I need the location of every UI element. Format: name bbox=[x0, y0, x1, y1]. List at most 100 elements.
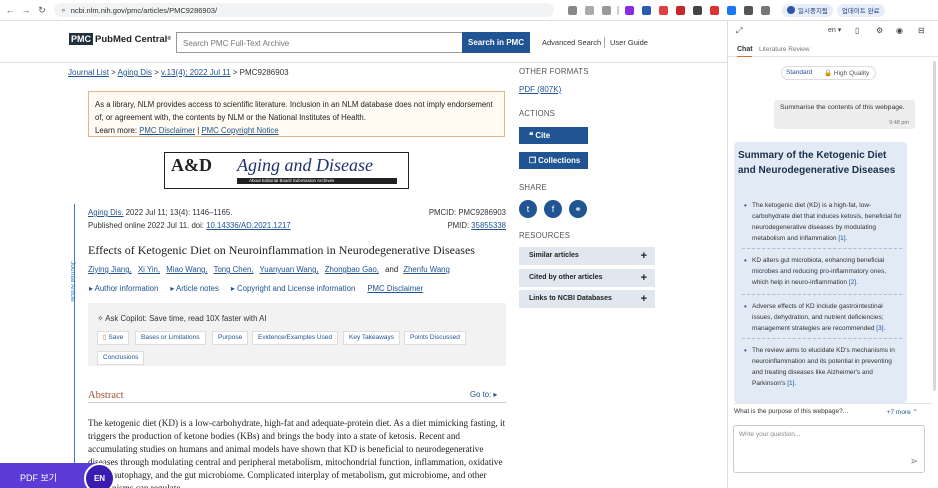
chip-points-discussed[interactable]: Points Discussed bbox=[404, 331, 466, 345]
extension-icons bbox=[564, 5, 774, 15]
doi-link[interactable]: 10.14336/AD.2021.1217 bbox=[206, 221, 291, 230]
extension-flag-icon[interactable] bbox=[710, 5, 719, 15]
links-ncbi-databases[interactable]: Links to NCBI Databases + bbox=[519, 290, 655, 308]
citation-ref[interactable]: [1]. bbox=[838, 235, 847, 242]
pmc-logo[interactable]: PMC PubMed Central ® bbox=[69, 33, 171, 45]
quality-toggle[interactable]: Standard 🔒 High Quality bbox=[781, 66, 876, 80]
copyright-info-link[interactable]: ▸ Copyright and License information bbox=[231, 284, 355, 293]
pmc-copyright-link[interactable]: PMC Copyright Notice bbox=[201, 126, 278, 135]
answer-bullet: The ketogenic diet (KD) is a high-fat, l… bbox=[744, 200, 904, 244]
extension-red-icon[interactable] bbox=[659, 5, 668, 15]
pmc-disclaimer-link-2[interactable]: PMC Disclaimer bbox=[367, 284, 423, 293]
author-link[interactable]: Zhenfu Wang bbox=[403, 265, 450, 274]
chip-purpose[interactable]: Purpose bbox=[212, 331, 249, 345]
suggested-question-text: What is the purpose of this webpage?... bbox=[734, 408, 849, 415]
copilot-icon: ✧ bbox=[97, 314, 104, 323]
more-suggestions-button[interactable]: +7 more ⌃ bbox=[887, 408, 918, 416]
language-toggle[interactable]: EN bbox=[84, 463, 115, 488]
answer-bullet: The review aims to elucidate KD's mechan… bbox=[744, 345, 904, 389]
screenshot-icon[interactable] bbox=[585, 5, 594, 15]
cite-button[interactable]: ❝ Cite bbox=[519, 127, 588, 144]
search-input[interactable]: Search PMC Full-Text Archive bbox=[176, 32, 463, 53]
author-link[interactable]: Yuanyuan Wang, bbox=[260, 265, 319, 274]
avatar bbox=[787, 6, 795, 14]
question-input[interactable]: Write your question... ⋗ bbox=[733, 425, 925, 473]
copilot-label: ✧ Ask Copilot: Save time, read 10X faste… bbox=[97, 314, 267, 323]
chip-bases[interactable]: Bases or Limitations bbox=[135, 331, 206, 345]
send-icon[interactable]: ⋗ bbox=[910, 456, 918, 467]
bookmark-star-icon[interactable] bbox=[602, 5, 611, 15]
extension-pdf-icon[interactable] bbox=[676, 5, 685, 15]
language-select[interactable]: en ▾ bbox=[828, 26, 841, 34]
author-link[interactable]: Zhongbao Gao, bbox=[325, 265, 379, 274]
quality-high[interactable]: 🔒 High Quality bbox=[824, 69, 869, 77]
tab-literature-review[interactable]: Literature Review bbox=[759, 46, 810, 53]
chip-conclusions[interactable]: Conclusions bbox=[97, 351, 145, 365]
facebook-icon[interactable]: f bbox=[544, 200, 562, 218]
pmc-disclaimer-link[interactable]: PMC Disclaimer bbox=[139, 126, 195, 135]
search-button[interactable]: Search in PMC bbox=[462, 32, 530, 53]
suggested-question[interactable]: What is the purpose of this webpage?... … bbox=[734, 403, 932, 418]
extensions-puzzle-icon[interactable] bbox=[744, 5, 753, 15]
res-label: Similar articles bbox=[529, 252, 579, 259]
author-link[interactable]: Miao Wang, bbox=[166, 265, 207, 274]
chip-key-takeaways[interactable]: Key Takeaways bbox=[343, 331, 401, 345]
extension-purple-icon[interactable] bbox=[625, 5, 634, 15]
tab-chat[interactable]: Chat bbox=[737, 46, 753, 53]
extension-blue-icon[interactable] bbox=[727, 5, 736, 15]
panel-scrollbar[interactable] bbox=[933, 61, 936, 391]
res-label: Links to NCBI Databases bbox=[529, 295, 612, 302]
profile-button[interactable]: 일시중지됨 bbox=[782, 3, 833, 17]
link-icon[interactable]: ⚭ bbox=[569, 200, 587, 218]
author-information-link[interactable]: ▸ Author information bbox=[89, 284, 158, 293]
author-list: Ziying Jiang, Xi Yin, Miao Wang, Tong Ch… bbox=[88, 265, 454, 274]
expand-icon[interactable]: ⤢ bbox=[736, 26, 742, 36]
gear-icon[interactable]: ⚙ bbox=[876, 26, 883, 35]
breadcrumb: Journal List > Aging Dis > v.13(4); 2022… bbox=[68, 68, 289, 77]
breadcrumb-journal-list[interactable]: Journal List bbox=[68, 68, 109, 77]
logo-reg: ® bbox=[167, 36, 171, 42]
bookmark-icon[interactable]: ▯ bbox=[855, 26, 859, 35]
cited-by-articles[interactable]: Cited by other articles + bbox=[519, 269, 655, 287]
breadcrumb-aging-dis[interactable]: Aging Dis bbox=[118, 68, 152, 77]
extension-dark-icon[interactable] bbox=[693, 5, 702, 15]
pmid-link[interactable]: 35855338 bbox=[471, 221, 506, 230]
article-ids: PMCID: PMC9286903 PMID: 35855338 bbox=[406, 206, 506, 232]
panel-tabs: Chat Literature Review bbox=[728, 41, 938, 57]
reload-icon[interactable]: ↻ bbox=[36, 4, 48, 16]
breadcrumb-volume[interactable]: v.13(4); 2022 Jul 11 bbox=[161, 68, 231, 77]
collections-button[interactable]: ❐ Collections bbox=[519, 152, 588, 169]
twitter-icon[interactable]: t bbox=[519, 200, 537, 218]
author-link[interactable]: Ziying Jiang, bbox=[88, 265, 132, 274]
translate-icon[interactable] bbox=[568, 5, 577, 15]
sidepanel-icon[interactable] bbox=[761, 5, 770, 15]
update-button[interactable]: 업데이트 완료 bbox=[836, 3, 885, 17]
journal-banner[interactable]: A&D Aging and Disease About Editorial Bo… bbox=[164, 152, 409, 189]
forward-icon[interactable]: → bbox=[20, 4, 32, 16]
resources-heading: RESOURCES bbox=[519, 231, 571, 240]
citation-journal-link[interactable]: Aging Dis. bbox=[88, 208, 124, 217]
pdf-link[interactable]: PDF (807K) bbox=[519, 85, 561, 94]
address-bar[interactable]: ⚬ ncbi.nlm.nih.gov/pmc/articles/PMC92869… bbox=[54, 3, 554, 17]
author-link[interactable]: Tong Chen, bbox=[214, 265, 254, 274]
bullet-divider bbox=[742, 248, 902, 249]
citation-ref[interactable]: [2]. bbox=[849, 279, 858, 286]
back-icon[interactable]: ← bbox=[4, 4, 16, 16]
site-info-icon[interactable]: ⚬ bbox=[60, 6, 67, 15]
goto-link[interactable]: Go to: ▸ bbox=[470, 390, 497, 399]
citation-ref[interactable]: [1]. bbox=[787, 380, 796, 387]
chip-save[interactable]: ▯ Save bbox=[97, 331, 130, 345]
advanced-search-link[interactable]: Advanced Search bbox=[542, 38, 601, 47]
discord-icon[interactable]: ◉ bbox=[896, 26, 903, 35]
other-formats-heading: OTHER FORMATS bbox=[519, 67, 589, 76]
article-notes-link[interactable]: ▸ Article notes bbox=[170, 284, 219, 293]
extension-shield-icon[interactable] bbox=[642, 5, 651, 15]
chip-evidence[interactable]: Evidence/Examples Used bbox=[252, 331, 339, 345]
quality-standard[interactable]: Standard bbox=[786, 69, 812, 76]
citation-ref[interactable]: [3]. bbox=[876, 325, 885, 332]
similar-articles[interactable]: Similar articles + bbox=[519, 247, 655, 265]
author-link[interactable]: Xi Yin, bbox=[138, 265, 160, 274]
user-guide-link[interactable]: User Guide bbox=[610, 38, 648, 47]
banner-strip: About Editorial Board Submission Archive… bbox=[237, 178, 397, 184]
close-icon[interactable]: ⊟ bbox=[918, 26, 925, 35]
